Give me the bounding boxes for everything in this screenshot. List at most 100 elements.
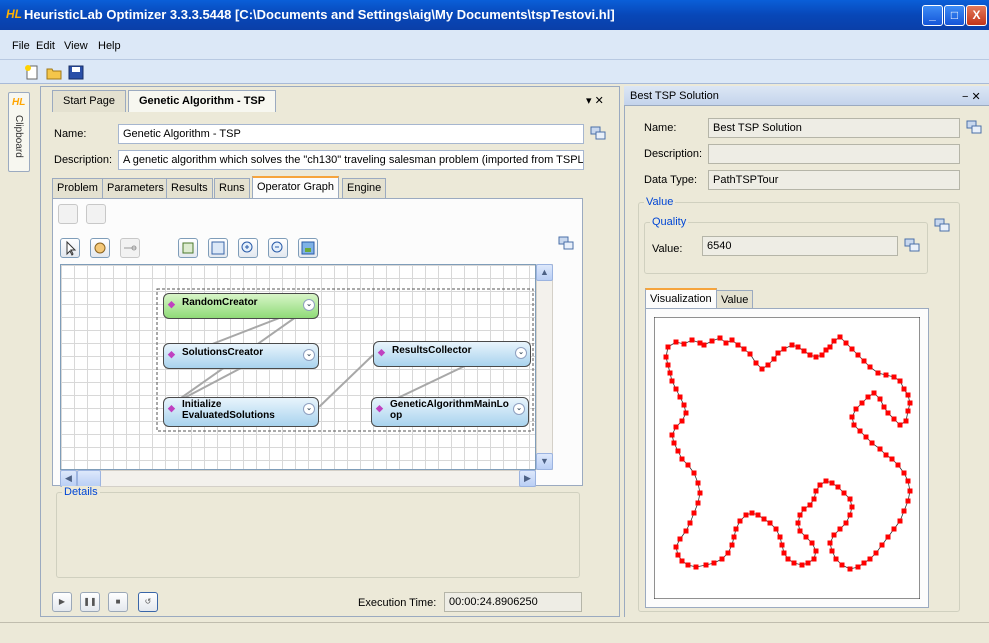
datatype-label: Data Type: — [644, 174, 697, 186]
tour-city-point — [729, 542, 735, 548]
expand-icon[interactable]: ⌄ — [513, 403, 525, 415]
relayout-icon[interactable] — [178, 238, 198, 258]
expand-icon[interactable]: ⌄ — [303, 299, 315, 311]
execution-time-field: 00:00:24.8906250 — [444, 592, 582, 612]
menu-edit[interactable]: Edit — [36, 40, 55, 52]
scroll-left-icon[interactable]: ◀ — [60, 470, 77, 487]
tour-city-point — [835, 484, 841, 490]
tab-engine[interactable]: Engine — [342, 178, 387, 198]
pause-icon[interactable]: ❚❚ — [80, 592, 100, 612]
tab-problem[interactable]: Problem — [52, 178, 103, 198]
expand-icon[interactable]: ⌄ — [515, 347, 527, 359]
scroll-right-icon[interactable]: ▶ — [519, 470, 536, 487]
expand-icon[interactable]: ⌄ — [303, 349, 315, 361]
header-controls[interactable]: − ✕ — [962, 90, 981, 103]
stop-icon[interactable]: ■ — [108, 592, 128, 612]
node-initialize-evaluated-solutions[interactable]: ◆ Initialize EvaluatedSolutions ⌄ — [163, 397, 319, 427]
pan-hand-icon[interactable] — [90, 238, 110, 258]
pointer-tool-icon[interactable] — [60, 238, 80, 258]
node-genetic-algorithm-main-loop[interactable]: ◆ GeneticAlgorithmMainLo op ⌄ — [371, 397, 529, 427]
menu-file[interactable]: File — [12, 40, 30, 52]
quality-value-field: 6540 — [702, 236, 898, 256]
tour-city-point — [667, 370, 673, 376]
tour-city-point — [869, 440, 875, 446]
scroll-thumb[interactable] — [77, 470, 101, 487]
tour-city-point — [891, 374, 897, 380]
expand-icon[interactable]: ⌄ — [303, 403, 315, 415]
operator-graph-canvas[interactable]: ◆ RandomCreator ⌄ ◆ SolutionsCreator ⌄ ◆… — [60, 264, 536, 470]
start-icon[interactable]: ▶ — [52, 592, 72, 612]
tour-city-point — [679, 456, 685, 462]
tour-city-point — [859, 400, 865, 406]
menu-help[interactable]: Help — [98, 40, 121, 52]
solution-description-field — [708, 144, 960, 164]
tour-city-point — [799, 562, 805, 568]
tour-city-point — [765, 362, 771, 368]
solution-name-field: Best TSP Solution — [708, 118, 960, 138]
tour-city-point — [681, 402, 687, 408]
tour-city-point — [791, 560, 797, 566]
node-solutions-creator[interactable]: ◆ SolutionsCreator ⌄ — [163, 343, 319, 369]
open-graph-icon[interactable] — [86, 204, 106, 224]
export-image-icon[interactable] — [208, 238, 228, 258]
tour-city-point — [837, 334, 843, 340]
tab-genetic-algorithm[interactable]: Genetic Algorithm - TSP — [128, 90, 277, 112]
description-field[interactable]: A genetic algorithm which solves the "ch… — [118, 150, 584, 170]
node-label-line2: EvaluatedSolutions — [182, 410, 275, 421]
node-label: ResultsCollector — [392, 345, 472, 356]
scroll-down-icon[interactable]: ▼ — [536, 453, 553, 470]
name-field[interactable]: Genetic Algorithm - TSP — [118, 124, 584, 144]
tour-city-point — [701, 342, 707, 348]
graph-copy-icon[interactable] — [558, 236, 574, 252]
tour-city-point — [779, 542, 785, 548]
reset-icon[interactable]: ↺ — [138, 592, 158, 612]
tour-city-point — [813, 548, 819, 554]
open-folder-icon[interactable] — [46, 65, 62, 80]
tour-city-point — [677, 536, 683, 542]
solution-copy-icon[interactable] — [966, 120, 982, 136]
tour-city-point — [843, 340, 849, 346]
close-button[interactable]: X — [966, 5, 987, 26]
tab-parameters[interactable]: Parameters — [102, 178, 169, 198]
tour-city-point — [885, 534, 891, 540]
zoom-in-icon[interactable] — [238, 238, 258, 258]
tab-visualization[interactable]: Visualization — [645, 288, 717, 308]
details-group — [56, 492, 580, 578]
connect-tool-icon[interactable] — [120, 238, 140, 258]
tab-runs[interactable]: Runs — [214, 178, 250, 198]
tour-city-point — [823, 478, 829, 484]
scroll-up-icon[interactable]: ▲ — [536, 264, 553, 281]
pane-controls[interactable]: ▾ ✕ — [586, 94, 604, 107]
tour-city-point — [801, 348, 807, 354]
tab-start-page[interactable]: Start Page — [52, 90, 126, 112]
datatype-field: PathTSPTour — [708, 170, 960, 190]
tour-city-point — [891, 416, 897, 422]
window-title: HeuristicLab Optimizer 3.3.3.5448 [C:\Do… — [24, 7, 615, 22]
tour-city-point — [897, 422, 903, 428]
new-document-icon[interactable] — [24, 65, 40, 80]
node-results-collector[interactable]: ◆ ResultsCollector ⌄ — [373, 341, 531, 367]
tab-operator-graph[interactable]: Operator Graph — [252, 176, 340, 198]
graph-horizontal-scrollbar[interactable]: ◀ ▶ — [60, 470, 536, 487]
save-icon[interactable] — [68, 65, 84, 80]
maximize-button[interactable]: □ — [944, 5, 965, 26]
tour-city-point — [813, 354, 819, 360]
operator-icon: ◆ — [378, 347, 385, 357]
value-copy-icon[interactable] — [934, 218, 950, 234]
clipboard-side-tab[interactable]: HL Clipboard — [8, 92, 30, 172]
minimize-button[interactable]: _ — [922, 5, 943, 26]
tour-city-point — [767, 520, 773, 526]
tour-city-point — [743, 512, 749, 518]
new-graph-icon[interactable] — [58, 204, 78, 224]
tour-city-point — [709, 338, 715, 344]
quality-copy-icon[interactable] — [904, 238, 920, 254]
node-random-creator[interactable]: ◆ RandomCreator ⌄ — [163, 293, 319, 319]
fit-to-screen-icon[interactable] — [298, 238, 318, 258]
tab-value[interactable]: Value — [716, 290, 754, 308]
name-copy-icon[interactable] — [590, 126, 606, 142]
menu-view[interactable]: View — [64, 40, 88, 52]
tab-results[interactable]: Results — [166, 178, 213, 198]
tour-city-point — [777, 534, 783, 540]
graph-vertical-scrollbar[interactable]: ▲ ▼ — [536, 264, 553, 470]
zoom-out-icon[interactable] — [268, 238, 288, 258]
